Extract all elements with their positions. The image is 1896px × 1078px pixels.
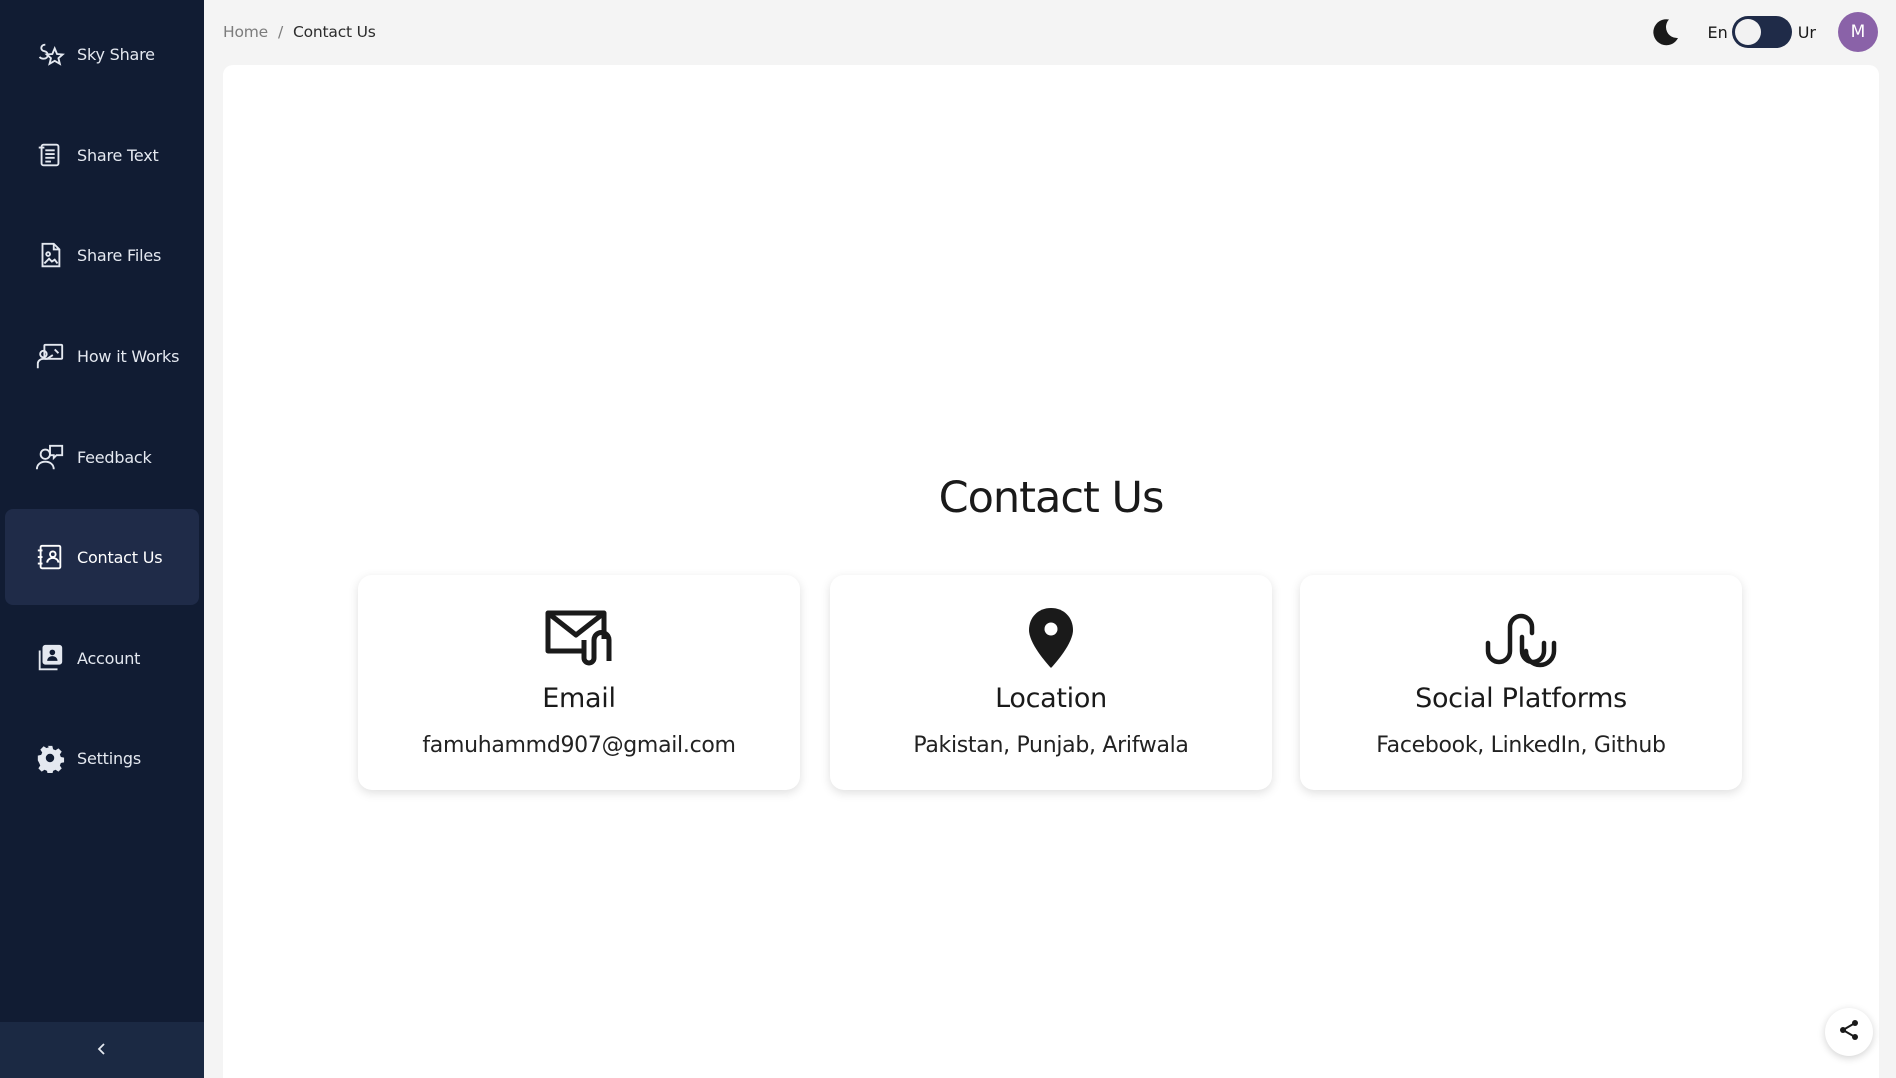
sidebar-item-settings[interactable]: Settings bbox=[5, 710, 199, 806]
moon-icon[interactable] bbox=[1648, 15, 1682, 49]
sidebar-collapse-button[interactable] bbox=[0, 1022, 204, 1078]
card-title: Social Platforms bbox=[1415, 683, 1627, 714]
language-toggle[interactable] bbox=[1731, 16, 1792, 48]
sidebar-item-share-text[interactable]: Share Text bbox=[5, 107, 199, 203]
sidebar-item-sky-share[interactable]: Sky Share bbox=[5, 6, 199, 102]
lang-label-en: En bbox=[1707, 22, 1728, 42]
chevron-left-icon bbox=[95, 1041, 109, 1060]
user-message-icon bbox=[34, 441, 66, 473]
page-title: Contact Us bbox=[938, 473, 1165, 523]
sidebar-item-contact-us[interactable]: Contact Us bbox=[5, 509, 199, 605]
sidebar-item-feedback[interactable]: Feedback bbox=[5, 409, 199, 505]
sidebar-item-label: Share Text bbox=[77, 145, 159, 165]
sidebar: Sky Share Share Text Share Files How it … bbox=[0, 0, 204, 1078]
sidebar-item-label: Share Files bbox=[77, 245, 162, 265]
contact-card-email: Email famuhammd907@gmail.com bbox=[358, 575, 800, 790]
sidebar-item-how-it-works[interactable]: How it Works bbox=[5, 308, 199, 404]
breadcrumb-separator: / bbox=[277, 23, 284, 41]
sidebar-item-label: Sky Share bbox=[77, 44, 155, 64]
toggle-knob bbox=[1734, 19, 1761, 45]
share-button[interactable] bbox=[1825, 1008, 1873, 1056]
breadcrumb-home[interactable]: Home bbox=[223, 23, 268, 41]
sidebar-item-account[interactable]: Account bbox=[5, 610, 199, 706]
email-value[interactable]: famuhammd907@gmail.com bbox=[358, 733, 800, 758]
map-pin-icon bbox=[830, 607, 1272, 669]
lang-label-ur: Ur bbox=[1797, 22, 1816, 42]
email-attachment-icon bbox=[358, 607, 800, 669]
card-title: Location bbox=[995, 683, 1107, 714]
sidebar-item-label: Feedback bbox=[77, 447, 152, 467]
card-title: Email bbox=[542, 683, 616, 714]
avatar[interactable]: M bbox=[1838, 12, 1878, 52]
contact-card-location: Location Pakistan, Punjab, Arifwala bbox=[830, 575, 1272, 790]
breadcrumb-current: Contact Us bbox=[293, 23, 376, 41]
gear-icon bbox=[34, 742, 66, 774]
stumbleupon-icon bbox=[1300, 607, 1742, 669]
breadcrumb: Home / Contact Us bbox=[223, 23, 376, 41]
scroll-text-icon bbox=[34, 139, 66, 171]
sidebar-item-share-files[interactable]: Share Files bbox=[5, 207, 199, 303]
main-panel: Contact Us Email famuhammd907@gmail.com … bbox=[223, 65, 1879, 1078]
star-logo-icon bbox=[34, 38, 66, 70]
sidebar-item-label: Settings bbox=[77, 748, 142, 768]
sidebar-item-label: Contact Us bbox=[77, 547, 163, 567]
share-icon bbox=[1838, 1019, 1860, 1045]
social-value: Facebook, LinkedIn, Github bbox=[1376, 733, 1666, 758]
contact-book-icon bbox=[34, 541, 66, 573]
sidebar-item-label: Account bbox=[77, 648, 141, 668]
contact-card-social: Social Platforms Facebook, LinkedIn, Git… bbox=[1300, 575, 1742, 790]
account-card-icon bbox=[34, 642, 66, 674]
topbar-controls: En Ur M bbox=[1648, 12, 1878, 52]
location-value: Pakistan, Punjab, Arifwala bbox=[913, 733, 1189, 758]
image-file-icon bbox=[34, 239, 66, 271]
sidebar-item-label: How it Works bbox=[77, 346, 180, 366]
presentation-icon bbox=[34, 340, 66, 372]
